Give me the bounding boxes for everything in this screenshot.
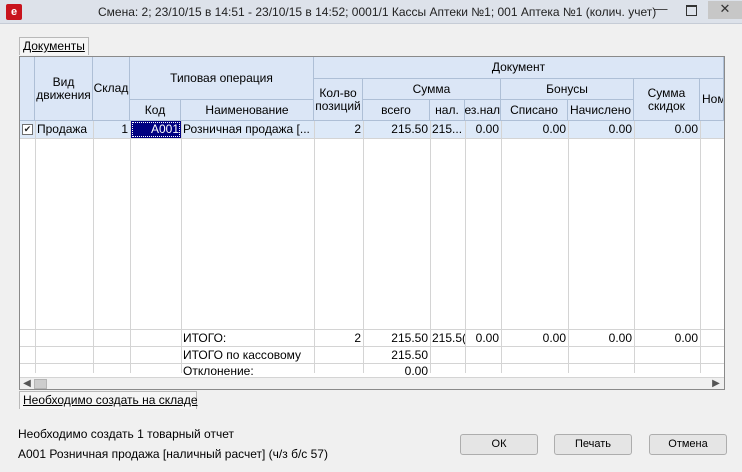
header-name[interactable]: Наименование (181, 100, 314, 121)
close-button[interactable]: ✕ (708, 1, 742, 19)
header-sum-cash[interactable]: нал. (430, 100, 465, 121)
grid-line (35, 121, 36, 373)
app-logo-icon[interactable]: e (6, 4, 22, 20)
header-bonus-accrued[interactable]: Начислено (568, 100, 634, 121)
grid-line (20, 138, 724, 139)
summary-total-cash: 215.5( (432, 331, 465, 345)
header-bonus-written-off[interactable]: Списано (501, 100, 568, 121)
window-title: Смена: 2; 23/10/15 в 14:51 - 23/10/15 в … (98, 5, 657, 19)
header-document: Документ (314, 57, 724, 79)
header-discount-sum[interactable]: Сумма скидок (634, 79, 700, 121)
summary-total-sum: 215.50 (391, 331, 428, 345)
summary-total-positions: 2 (354, 331, 361, 345)
header-positions-count[interactable]: Кол-во позиций (314, 79, 363, 121)
cell-total[interactable]: 215.50 (363, 121, 430, 138)
grid-line (700, 121, 701, 373)
row-checkbox[interactable]: ✔ (22, 124, 33, 135)
header-sum: Сумма (363, 79, 501, 100)
minimize-button[interactable]: — (648, 1, 674, 19)
info-reports-needed: Необходимо создать 1 товарный отчет (18, 427, 234, 441)
tab-documents[interactable]: Документы (19, 37, 89, 55)
cell-accrued[interactable]: 0.00 (568, 121, 634, 138)
ok-button[interactable]: ОК (460, 434, 538, 455)
scrollbar-thumb[interactable] (34, 379, 47, 389)
header-check-column (20, 57, 35, 121)
header-typical-operation: Типовая операция (130, 57, 314, 100)
print-button[interactable]: Печать (554, 434, 632, 455)
maximize-button[interactable] (678, 1, 704, 19)
cell-discount[interactable]: 0.00 (634, 121, 700, 138)
scroll-right-icon[interactable]: ▶ (710, 378, 722, 389)
cell-written-off[interactable]: 0.00 (501, 121, 568, 138)
header-sum-noncash[interactable]: без.нал (465, 100, 501, 121)
summary-total-accrued: 0.00 (608, 331, 632, 345)
summary-total-written-off: 0.00 (542, 331, 566, 345)
summary-total-noncash: 0.00 (475, 331, 499, 345)
cell-cash[interactable]: 215... (430, 121, 465, 138)
grid-line (130, 121, 131, 373)
cell-movement-type[interactable]: Продажа (35, 121, 93, 138)
grid-line (93, 121, 94, 373)
tab-create-at-warehouse[interactable]: Необходимо создать на складе (19, 391, 198, 409)
cell-name[interactable]: Розничная продажа [... (181, 121, 314, 138)
header-movement-type[interactable]: Вид движения (35, 57, 93, 121)
cell-positions[interactable]: 2 (314, 121, 363, 138)
cancel-button[interactable]: Отмена (649, 434, 727, 455)
summary-cash-register-sum: 215.50 (391, 348, 428, 362)
cell-noncash[interactable]: 0.00 (465, 121, 501, 138)
summary-cash-register-label: ИТОГО по кассовому (183, 348, 302, 362)
header-code[interactable]: Код (130, 100, 181, 121)
info-operation-detail: А001 Розничная продажа [наличный расчет]… (18, 447, 328, 461)
horizontal-scrollbar[interactable]: ◀ ▶ (20, 377, 724, 389)
summary-total-discount: 0.00 (674, 331, 698, 345)
header-bonuses: Бонусы (501, 79, 634, 100)
maximize-icon (685, 5, 697, 16)
cell-warehouse[interactable]: 1 (93, 121, 130, 138)
header-nom[interactable]: Ном (700, 79, 724, 121)
scroll-left-icon[interactable]: ◀ (21, 378, 33, 389)
cell-code[interactable]: А001 (131, 121, 181, 138)
documents-grid[interactable]: Вид движения Склад Типовая операция Код … (19, 56, 725, 390)
header-sum-total[interactable]: всего (363, 100, 430, 121)
summary-total-label: ИТОГО: (183, 331, 227, 345)
header-warehouse[interactable]: Склад (93, 57, 130, 121)
